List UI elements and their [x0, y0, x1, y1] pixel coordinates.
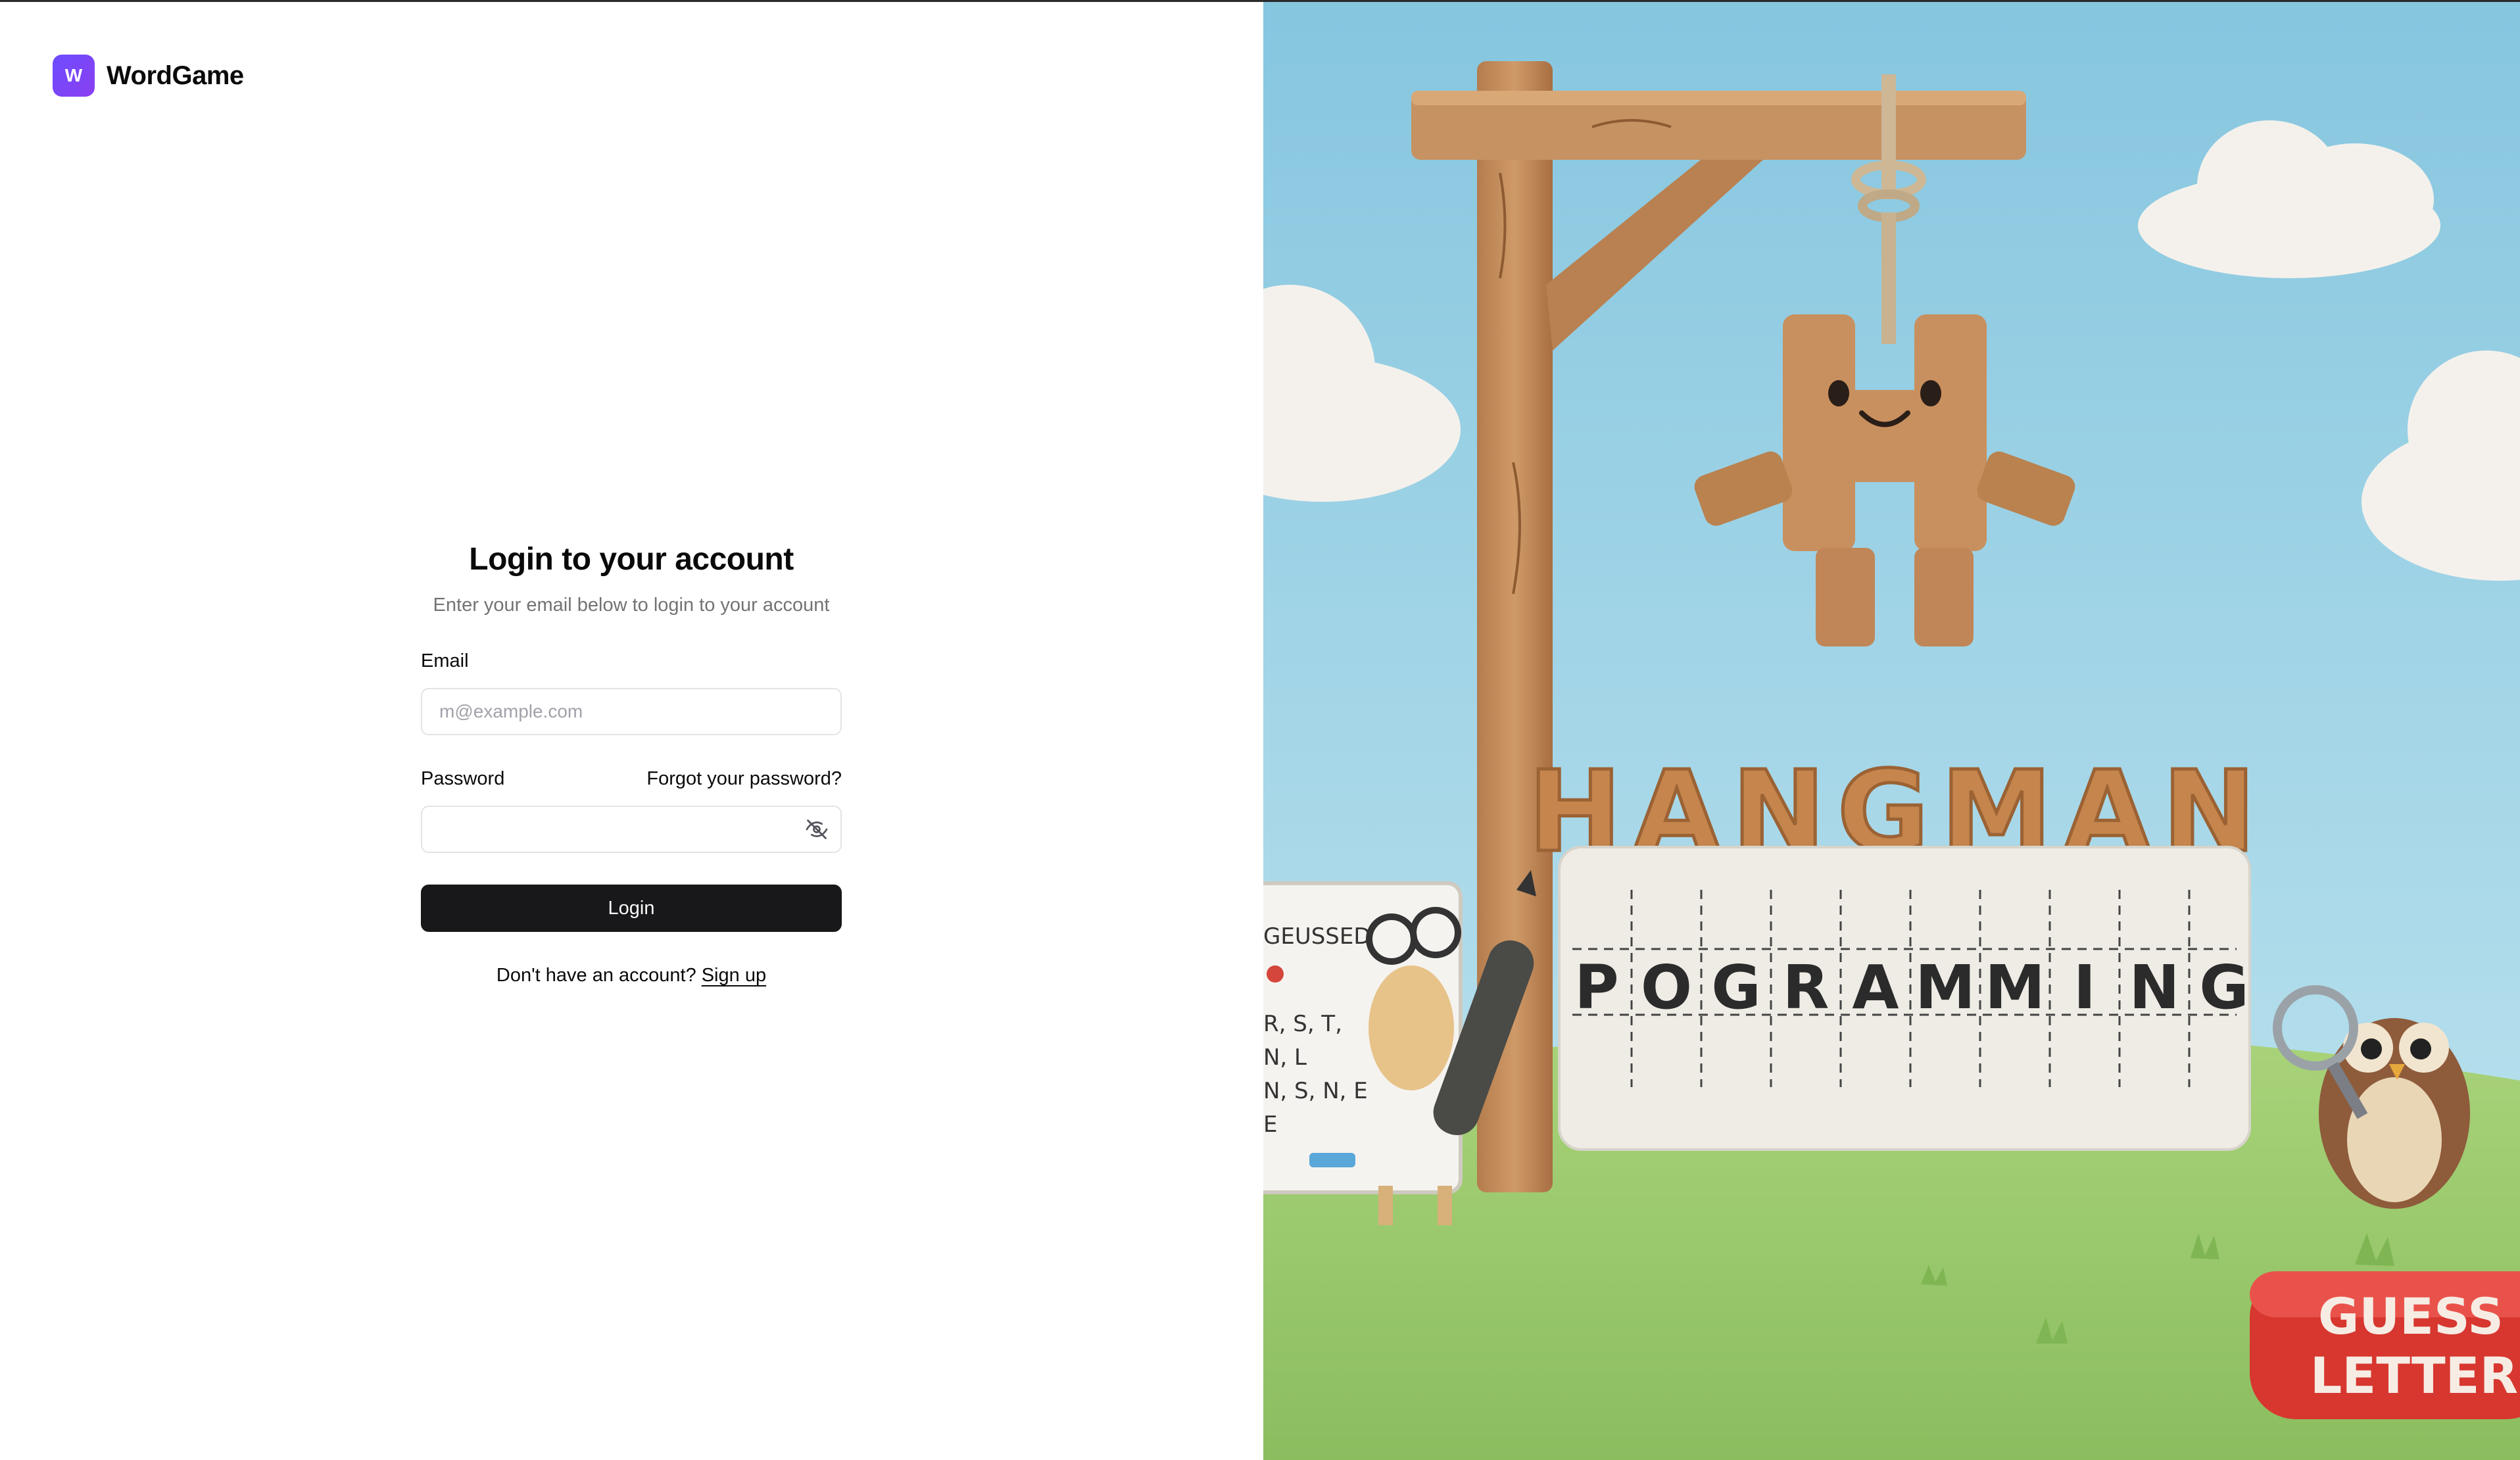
word-letter: I — [2073, 952, 2096, 1023]
word-letter: G — [1711, 952, 1761, 1023]
password-field-wrapper — [421, 806, 842, 853]
password-label-row: Password Forgot your password? — [421, 768, 842, 790]
signup-link[interactable]: Sign up — [702, 965, 766, 986]
brand-name: WordGame — [107, 61, 244, 90]
page-title: Login to your account — [469, 542, 794, 577]
email-label: Email — [421, 650, 469, 671]
brand-logo: W — [53, 55, 95, 97]
board-line: R, S, T, — [1263, 1011, 1342, 1037]
word-letter: G — [2199, 952, 2249, 1023]
hero-illustration: HANGMAN POGRAMMING GEUSSED R, S, T, N, LN… — [1263, 2, 2520, 1460]
word-board: POGRAMMING — [1558, 846, 2251, 1151]
login-button[interactable]: Login — [421, 885, 842, 932]
guess-letter-button: GUESS LETTER — [2250, 1271, 2520, 1419]
word-letter: M — [1915, 952, 1975, 1023]
word-letter: A — [1852, 952, 1899, 1023]
eye-off-icon[interactable] — [805, 817, 829, 841]
board-line: N, L — [1263, 1044, 1307, 1071]
word-letter: N — [2129, 952, 2180, 1023]
signup-prompt: Don't have an account? — [496, 965, 696, 986]
brand[interactable]: W WordGame — [53, 55, 244, 97]
password-field[interactable] — [421, 806, 842, 853]
forgot-password-link[interactable]: Forgot your password? — [646, 768, 842, 790]
page-subtitle: Enter your email below to login to your … — [433, 595, 830, 616]
email-field[interactable] — [421, 688, 842, 735]
login-form: Login to your account Enter your email b… — [421, 541, 842, 986]
signup-row: Don't have an account? Sign up — [421, 965, 842, 986]
guess-button-line1: GUESS — [2318, 1287, 2504, 1346]
word-letter: R — [1783, 952, 1829, 1023]
login-pane: W WordGame Login to your account Enter y… — [0, 2, 1263, 1460]
guess-button-line2: LETTER — [2310, 1346, 2518, 1405]
password-label: Password — [421, 768, 505, 789]
word-letter: O — [1641, 952, 1692, 1023]
word-letter: P — [1574, 952, 1618, 1023]
board-line: N, S, N, E — [1263, 1078, 1368, 1104]
board-line: E — [1263, 1111, 1277, 1138]
board-heading: GEUSSED — [1263, 923, 1371, 950]
word-letter: M — [1985, 952, 2045, 1023]
